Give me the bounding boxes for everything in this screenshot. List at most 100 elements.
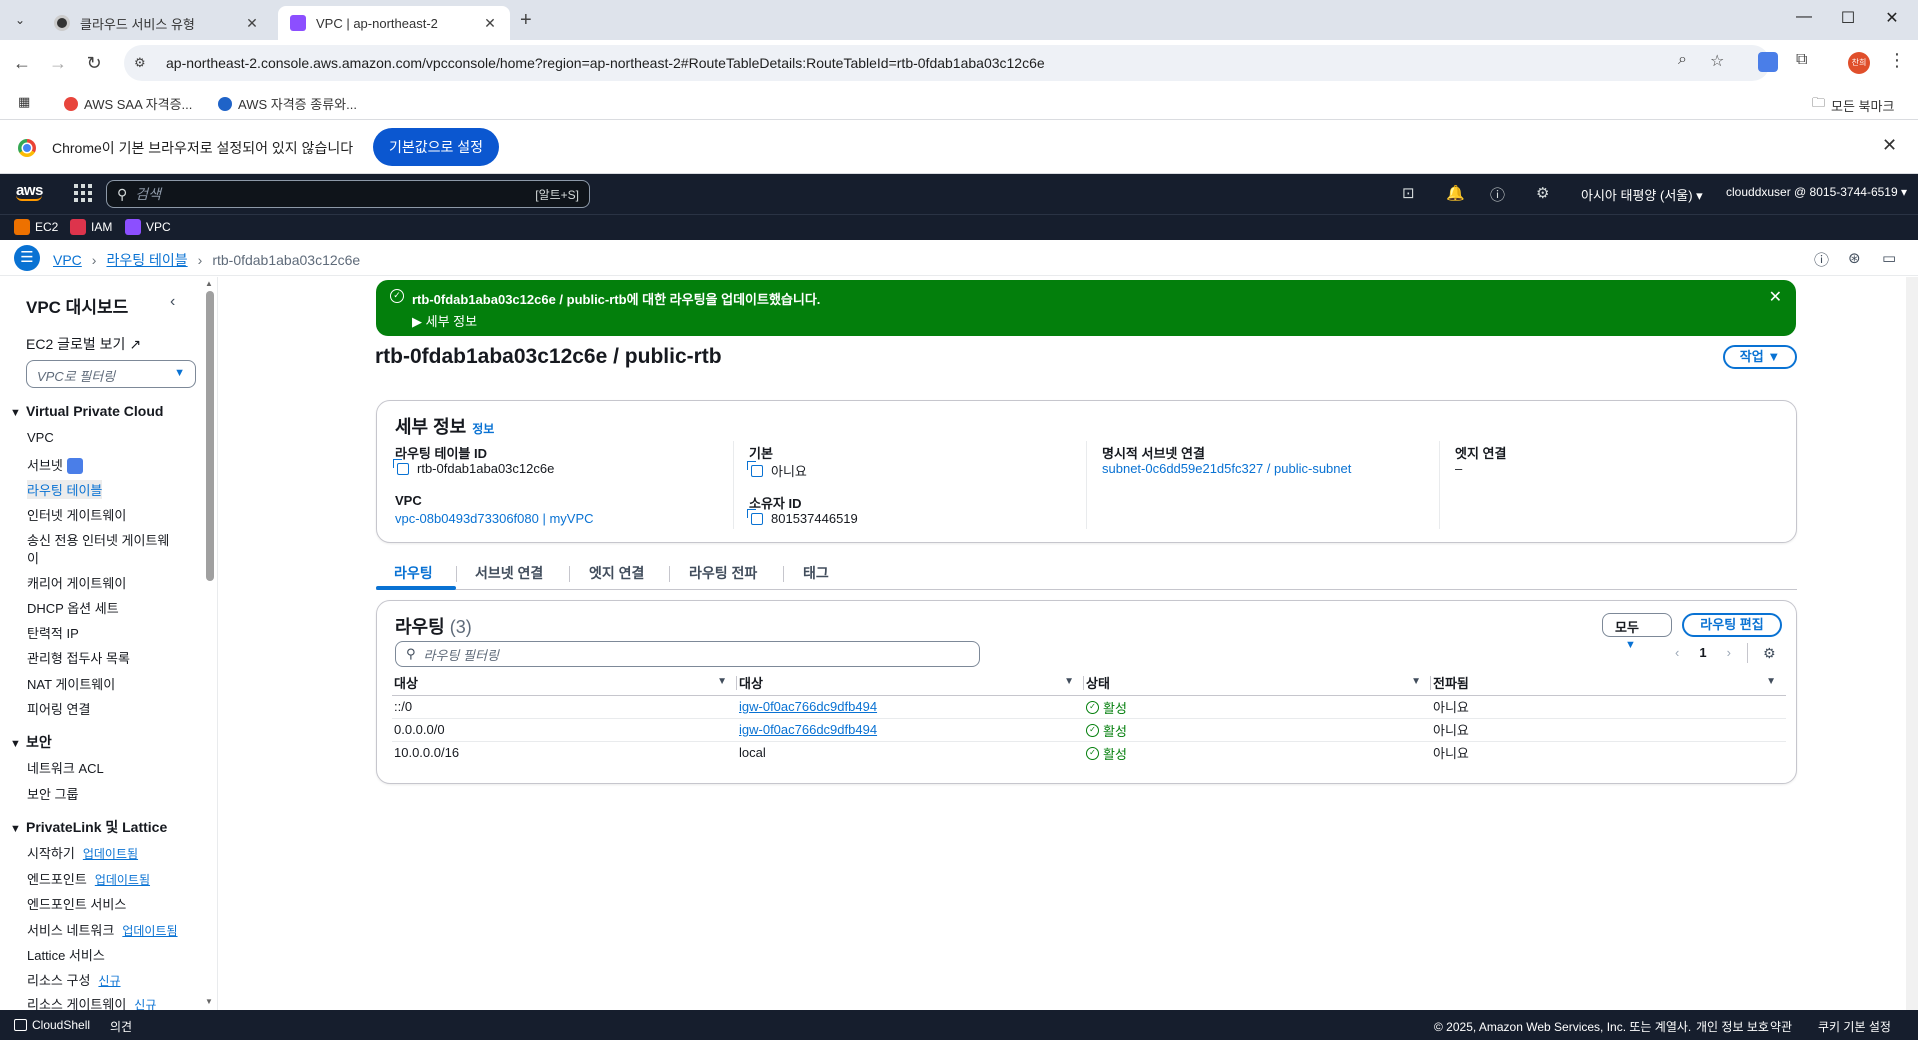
region-selector[interactable]: 아시아 태평양 (서울) ▾ bbox=[1581, 185, 1703, 204]
sidebar-item-resource-configs[interactable]: 리소스 구성 신규 bbox=[27, 970, 121, 989]
sidebar-item-internet-gateways[interactable]: 인터넷 게이트웨이 bbox=[27, 505, 126, 524]
edit-routes-button[interactable]: 라우팅 편집 bbox=[1682, 613, 1782, 637]
favorite-ec2[interactable]: EC2 bbox=[14, 219, 58, 235]
copy-icon[interactable] bbox=[747, 460, 763, 477]
tab-search-icon[interactable]: ⌄ bbox=[8, 8, 32, 32]
column-header-target[interactable]: 대상 ▼ bbox=[737, 671, 1084, 696]
tab-route-propagation[interactable]: 라우팅 전파 bbox=[689, 563, 757, 583]
all-bookmarks[interactable]: 🗀 모든 북마크 bbox=[1812, 94, 1894, 116]
sidebar-item-endpoints[interactable]: 엔드포인트 업데이트됨 bbox=[27, 869, 150, 888]
set-default-button[interactable]: 기본값으로 설정 bbox=[373, 128, 500, 166]
bookmark-star-icon[interactable]: ☆ bbox=[1710, 51, 1724, 71]
site-info-icon[interactable]: ⚙ bbox=[134, 55, 154, 71]
actions-button[interactable]: 작업 ▼ bbox=[1723, 345, 1797, 369]
terms-link[interactable]: 약관 bbox=[1770, 1018, 1792, 1035]
sidebar-item-security-groups[interactable]: 보안 그룹 bbox=[27, 784, 78, 803]
routes-filter-input[interactable]: ⚲ 라우팅 필터링 bbox=[395, 641, 980, 667]
forward-icon[interactable]: → bbox=[46, 51, 70, 75]
browser-tab-cloud-services[interactable]: 클라우드 서비스 유형 ✕ bbox=[42, 6, 272, 40]
tutorial-panel-icon[interactable]: ▭ bbox=[1882, 249, 1896, 267]
profile-avatar[interactable]: 찬희 bbox=[1848, 52, 1870, 74]
copy-icon[interactable] bbox=[747, 508, 763, 525]
flash-close-icon[interactable]: ✕ bbox=[1769, 287, 1782, 307]
extensions-icon[interactable]: ⧉ bbox=[1796, 51, 1807, 69]
vpc-link[interactable]: vpc-08b0493d73306f080 | myVPC bbox=[395, 511, 594, 526]
notifications-bell-icon[interactable]: 🔔 bbox=[1446, 184, 1465, 202]
collapse-sidebar-icon[interactable]: ‹ bbox=[170, 293, 175, 311]
flash-details-toggle[interactable]: ▶ 세부 정보 bbox=[412, 311, 477, 330]
scroll-down-icon[interactable]: ▼ bbox=[205, 997, 213, 1006]
cloudshell-button[interactable]: CloudShell bbox=[14, 1018, 90, 1032]
sidebar-item-peering[interactable]: 피어링 연결 bbox=[27, 699, 90, 718]
column-header-status[interactable]: 상태 ▼ bbox=[1084, 671, 1431, 696]
breadcrumb-vpc[interactable]: VPC bbox=[53, 252, 82, 268]
tab-routes[interactable]: 라우팅 bbox=[394, 563, 433, 583]
menu-kebab-icon[interactable]: ⋮ bbox=[1888, 50, 1906, 71]
sidebar-item-getting-started[interactable]: 시작하기 업데이트됨 bbox=[27, 843, 138, 862]
section-privatelink[interactable]: ▼ PrivateLink 및 Lattice bbox=[10, 817, 167, 837]
apps-grid-icon[interactable]: ▦ bbox=[18, 94, 30, 110]
help-icon[interactable]: ⓘ bbox=[1490, 184, 1505, 205]
tab-close-icon[interactable]: ✕ bbox=[482, 15, 498, 32]
account-menu[interactable]: clouddxuser @ 8015-3744-6519 ▾ bbox=[1726, 185, 1907, 199]
favorite-iam[interactable]: IAM bbox=[70, 219, 112, 235]
breadcrumb-route-tables[interactable]: 라우팅 테이블 bbox=[106, 250, 187, 270]
route-target-link[interactable]: igw-0f0ac766dc9dfb494 bbox=[739, 722, 877, 737]
sidebar-item-route-tables[interactable]: 라우팅 테이블 bbox=[27, 480, 103, 499]
section-security[interactable]: ▼ 보안 bbox=[10, 732, 52, 752]
sidebar-item-service-networks[interactable]: 서비스 네트워크 업데이트됨 bbox=[27, 920, 178, 939]
bookmark-item[interactable]: AWS SAA 자격증... bbox=[64, 94, 192, 113]
minimize-icon[interactable]: — bbox=[1792, 8, 1816, 26]
ec2-global-view-link[interactable]: EC2 글로벌 보기 ↗ bbox=[26, 334, 141, 354]
cookie-preferences-link[interactable]: 쿠키 기본 설정 bbox=[1818, 1018, 1891, 1035]
sidebar-title[interactable]: VPC 대시보드 bbox=[26, 293, 128, 318]
sidebar-item-resource-gateways[interactable]: 리소스 게이트웨이 신규 bbox=[27, 994, 156, 1010]
sidebar-item-lattice-services[interactable]: Lattice 서비스 bbox=[27, 945, 105, 964]
tab-close-icon[interactable]: ✕ bbox=[244, 15, 260, 32]
services-grid-icon[interactable] bbox=[74, 184, 92, 202]
new-tab-icon[interactable]: + bbox=[520, 9, 532, 32]
current-page[interactable]: 1 bbox=[1699, 645, 1706, 660]
sidebar-item-vpc[interactable]: VPC bbox=[27, 430, 54, 445]
prev-page-icon[interactable]: ‹ bbox=[1675, 645, 1679, 660]
aws-logo[interactable]: aws bbox=[16, 182, 43, 201]
sidebar-item-egress-only-igw-wrap[interactable]: 이 bbox=[27, 548, 39, 567]
copy-icon[interactable] bbox=[393, 458, 409, 475]
column-header-destination[interactable]: 대상 ▼ bbox=[392, 671, 737, 696]
feedback-link[interactable]: 의견 bbox=[110, 1018, 132, 1035]
cloudshell-icon[interactable]: ⊡ bbox=[1402, 184, 1415, 202]
sidebar-item-carrier-gateways[interactable]: 캐리어 게이트웨이 bbox=[27, 573, 126, 592]
translate-icon[interactable] bbox=[1758, 52, 1778, 72]
sidebar-scrollbar[interactable]: ▲ ▼ bbox=[204, 277, 216, 1010]
favorite-vpc[interactable]: VPC bbox=[125, 219, 171, 235]
section-virtual-private-cloud[interactable]: ▼ Virtual Private Cloud bbox=[10, 403, 163, 419]
infobar-close-icon[interactable]: ✕ bbox=[1882, 135, 1897, 156]
info-panel-icon[interactable]: ⓘ bbox=[1814, 249, 1829, 270]
maximize-icon[interactable]: ☐ bbox=[1836, 8, 1860, 28]
sidebar-item-network-acls[interactable]: 네트워크 ACL bbox=[27, 758, 104, 777]
explicit-subnet-link[interactable]: subnet-0c6dd59e21d5fc327 / public-subnet bbox=[1102, 461, 1351, 476]
sidebar-item-prefix-lists[interactable]: 관리형 접두사 목록 bbox=[27, 648, 130, 667]
column-header-propagated[interactable]: 전파됨 ▼ bbox=[1431, 671, 1786, 696]
privacy-link[interactable]: 개인 정보 보호 bbox=[1696, 1018, 1769, 1035]
sidebar-item-dhcp-option-sets[interactable]: DHCP 옵션 세트 bbox=[27, 598, 119, 617]
address-bar[interactable]: ⚙ ap-northeast-2.console.aws.amazon.com/… bbox=[124, 45, 1770, 81]
routes-filter-select[interactable]: 모두 ▼ bbox=[1602, 613, 1672, 651]
vpc-filter-select[interactable]: VPC로 필터링 ▼ bbox=[26, 360, 196, 388]
page-scrollbar[interactable] bbox=[1906, 277, 1918, 1010]
tab-edge-associations[interactable]: 엣지 연결 bbox=[589, 563, 644, 583]
zoom-icon[interactable]: ⌕ bbox=[1678, 51, 1687, 69]
back-icon[interactable]: ← bbox=[10, 51, 34, 75]
browser-tab-vpc[interactable]: VPC | ap-northeast-2 ✕ bbox=[278, 6, 510, 40]
bookmark-item[interactable]: AWS 자격증 종류와... bbox=[218, 94, 357, 113]
info-link[interactable]: 정보 bbox=[472, 422, 494, 436]
sidebar-item-subnets[interactable]: 서브넷 bbox=[27, 455, 83, 474]
sidebar-item-egress-only-igw[interactable]: 송신 전용 인터넷 게이트웨 bbox=[27, 530, 169, 549]
sidebar-item-nat-gateways[interactable]: NAT 게이트웨이 bbox=[27, 674, 115, 693]
menu-hamburger-icon[interactable]: ☰ bbox=[14, 245, 40, 271]
url-text[interactable]: ap-northeast-2.console.aws.amazon.com/vp… bbox=[166, 55, 1045, 71]
tab-tags[interactable]: 태그 bbox=[803, 563, 829, 583]
scroll-up-icon[interactable]: ▲ bbox=[205, 279, 213, 288]
sidebar-item-elastic-ips[interactable]: 탄력적 IP bbox=[27, 623, 79, 642]
aws-search-input[interactable]: ⚲ 검색 [알트+S] bbox=[106, 180, 590, 208]
